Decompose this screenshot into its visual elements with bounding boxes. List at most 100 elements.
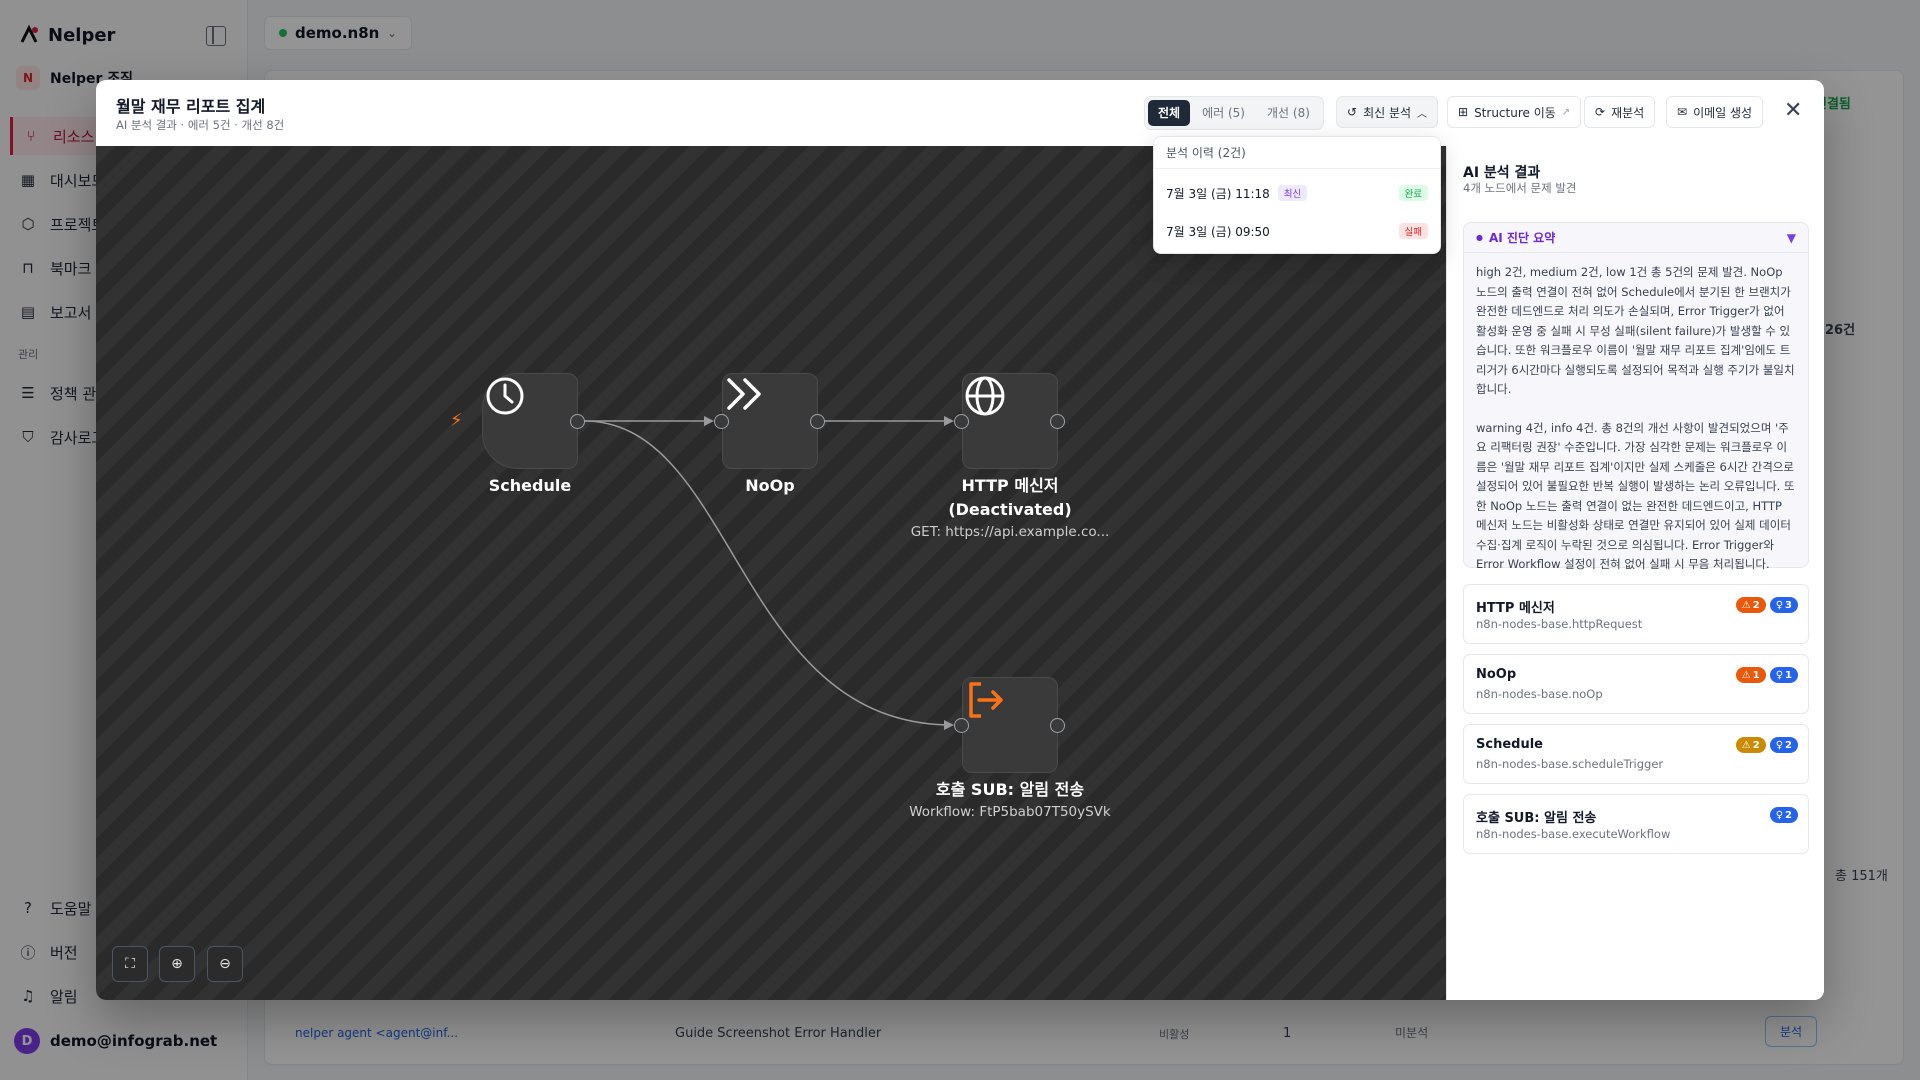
chevron-up-icon: ︿ [1417,108,1428,120]
card-node-name: Schedule [1476,737,1543,752]
improvement-count-badge: ♀ 2 [1769,807,1798,823]
summary-title: AI 진단 요약 [1488,231,1556,245]
improvement-count-badge: ♀ 2 [1769,737,1798,753]
mail-icon: ✉ [1677,105,1688,119]
reanalyze-button[interactable]: ⟳ 재분석 [1584,96,1656,128]
status-badge: 완료 [1398,185,1428,201]
tab-improvements[interactable]: 개선 (8) [1257,100,1320,126]
chevrons-right-icon [727,378,761,410]
lightbulb-icon: ♀ [1775,809,1784,821]
ai-summary: ● AI 진단 요약 ▼ high 2건, medium 2건, low 1건 … [1463,222,1809,571]
clock-icon [486,377,524,415]
refresh-icon: ⟳ [1595,105,1606,119]
card-node-type: n8n-nodes-base.httpRequest [1476,617,1643,631]
history-date: 7월 3일 (금) 09:50 [1166,224,1270,239]
warning-icon: ⚠ [1741,739,1751,751]
history-item[interactable]: 7월 3일 (금) 09:50 실패 [1154,213,1440,249]
zoom-in-button[interactable]: ⊕ [159,946,195,982]
improvement-count-badge: ♀ 1 [1769,667,1798,683]
panel-title: AI 분석 결과 [1463,165,1541,181]
node-issue-card[interactable]: HTTP 메신저 n8n-nodes-base.httpRequest ⚠ 2 ♀ 3 [1463,584,1809,644]
card-node-type: n8n-nodes-base.noOp [1476,687,1603,701]
connections [583,416,954,730]
badge-value: 2 [1752,739,1760,751]
input-port[interactable] [954,718,969,733]
node-subtitle: Workflow: FtP5bab07T50ySVk [909,804,1111,820]
dropdown-title: 분석 이력 (2건) [1154,137,1440,169]
node-issue-card[interactable]: NoOp n8n-nodes-base.noOp ⚠ 1 ♀ 1 [1463,654,1809,714]
node-label: HTTP 메신저 (Deactivated) [948,476,1072,519]
card-node-name: HTTP 메신저 [1476,601,1555,616]
modal-title: 월말 재무 리포트 집계 [116,97,266,116]
warning-icon: ⚠ [1741,669,1751,681]
dot-icon: ● [1476,233,1483,242]
workflow-canvas[interactable]: ⚡ Schedule NoOp HTTP 메신저 (Deactivated) G… [96,146,1446,1000]
button-label: 재분석 [1611,105,1645,120]
filter-tabs: 전체 에러 (5) 개선 (8) [1144,96,1324,130]
badge-value: 2 [1785,809,1792,821]
history-date: 7월 3일 (금) 11:18 [1166,186,1270,201]
card-node-type: n8n-nodes-base.scheduleTrigger [1476,757,1664,771]
latest-analysis-button[interactable]: ↺ 최신 분석 ︿ [1336,96,1439,128]
summary-header[interactable]: ● AI 진단 요약 ▼ [1464,223,1808,253]
tab-all[interactable]: 전체 [1148,100,1191,126]
summary-paragraph: high 2건, medium 2건, low 1건 총 5건의 문제 발견. … [1476,265,1795,396]
card-node-type: n8n-nodes-base.executeWorkflow [1476,827,1671,841]
history-dropdown: 분석 이력 (2건) 7월 3일 (금) 11:18 최신 완료 7월 3일 (… [1153,136,1441,254]
email-generate-button[interactable]: ✉ 이메일 생성 [1666,96,1764,128]
badge-value: 3 [1785,599,1792,611]
node-schedule[interactable] [482,373,578,469]
sign-out-icon [969,682,1003,718]
history-item[interactable]: 7월 3일 (금) 11:18 최신 완료 [1154,175,1440,211]
lightbulb-icon: ♀ [1775,599,1784,611]
structure-link-button[interactable]: ⊞ Structure 이동 ↗ [1447,96,1582,128]
history-icon: ↺ [1347,105,1358,119]
expand-icon: ⛶ [125,956,135,972]
globe-icon [965,376,1005,416]
node-issue-card[interactable]: Schedule n8n-nodes-base.scheduleTrigger … [1463,724,1809,784]
badge-value: 2 [1785,739,1792,751]
input-port[interactable] [954,414,969,429]
output-port[interactable] [1050,414,1065,429]
node-issue-card[interactable]: 호출 SUB: 알림 전송 n8n-nodes-base.executeWork… [1463,794,1809,854]
button-label: 최신 분석 [1363,105,1412,120]
node-label: NoOp [745,476,795,495]
output-port[interactable] [1050,718,1065,733]
analysis-modal: 월말 재무 리포트 집계 AI 분석 결과 · 에러 5건 · 개선 8건 전체… [96,80,1824,1000]
button-label: 이메일 생성 [1693,105,1753,120]
node-noop[interactable] [722,373,818,469]
zoom-out-icon: ⊖ [219,956,231,972]
panel-subtitle: 4개 노드에서 문제 발견 [1463,181,1577,195]
error-count-badge: ⚠ 2 [1735,597,1766,613]
status-badge: 실패 [1398,223,1428,239]
node-http-messenger[interactable] [962,373,1058,469]
error-count-badge: ⚠ 1 [1735,667,1766,683]
badge-value: 2 [1752,599,1760,611]
input-port[interactable] [714,414,729,429]
zoom-out-button[interactable]: ⊖ [207,946,243,982]
triangle-down-icon[interactable]: ▼ [1787,231,1796,245]
node-label: Schedule [488,476,572,495]
analysis-panel: AI 분석 결과 4개 노드에서 문제 발견 ● AI 진단 요약 ▼ high… [1446,146,1824,1000]
zoom-in-icon: ⊕ [171,956,183,972]
output-port[interactable] [570,414,585,429]
modal-subtitle: AI 분석 결과 · 에러 5건 · 개선 8건 [116,118,285,132]
external-link-icon: ↗ [1561,106,1571,118]
lightbulb-icon: ♀ [1775,739,1784,751]
badge-value: 1 [1785,669,1792,681]
badge-value: 1 [1752,669,1760,681]
warning-count-badge: ⚠ 2 [1735,737,1766,753]
trigger-bolt-icon: ⚡ [450,410,463,431]
close-icon[interactable]: ✕ [1784,100,1802,122]
summary-paragraph: warning 4건, info 4건. 총 8건의 개선 사항이 발견되었으며… [1476,420,1795,572]
summary-body: high 2건, medium 2건, low 1건 총 5건의 문제 발견. … [1464,253,1808,585]
output-port[interactable] [810,414,825,429]
card-node-name: NoOp [1476,667,1517,682]
lightbulb-icon: ♀ [1775,669,1784,681]
node-execute-workflow[interactable] [962,677,1058,773]
latest-badge: 최신 [1277,185,1308,201]
fit-view-button[interactable]: ⛶ [112,946,148,982]
tab-errors[interactable]: 에러 (5) [1192,100,1255,126]
node-label: 호출 SUB: 알림 전송 [935,780,1085,799]
improvement-count-badge: ♀ 3 [1769,597,1798,613]
